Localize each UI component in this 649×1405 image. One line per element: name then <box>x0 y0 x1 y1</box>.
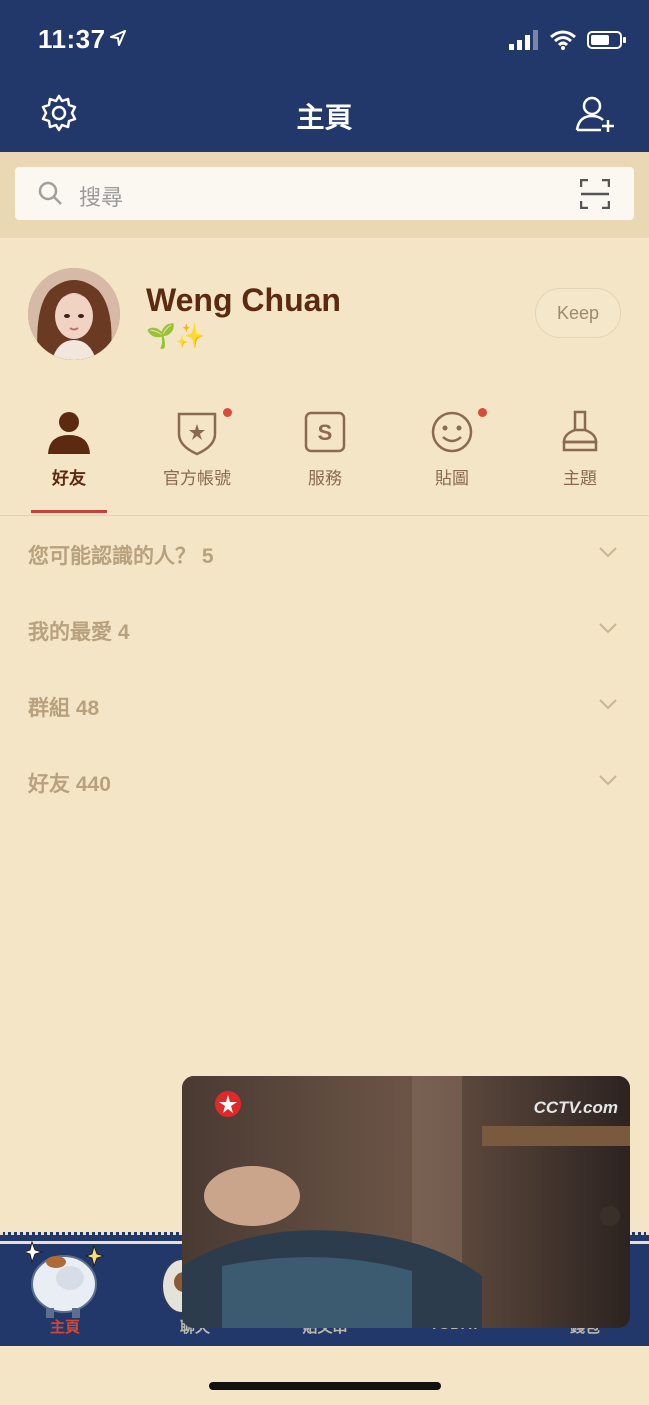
tab-themes[interactable]: 主題 <box>525 398 635 516</box>
category-tabs: 好友 官方帳號 S 服務 貼圖 主題 <box>0 398 649 516</box>
status-icons <box>509 28 627 52</box>
avatar-photo <box>28 268 120 360</box>
top-nav-bar: 主頁 <box>0 80 649 152</box>
chevron-down-icon <box>599 699 617 710</box>
active-tab-indicator <box>31 510 107 513</box>
video-watermark: CCTV.com <box>533 1098 618 1117</box>
tab-services[interactable]: S 服務 <box>270 398 380 516</box>
video-picture-in-picture[interactable]: CCTV.com <box>182 1076 630 1328</box>
search-area: 搜尋 <box>0 152 649 238</box>
brush-icon <box>562 410 598 452</box>
qr-scan-icon[interactable] <box>580 179 610 209</box>
signal-icon <box>509 30 538 50</box>
bottom-tab-home[interactable]: 主頁 <box>15 1316 115 1337</box>
tab-stickers[interactable]: 貼圖 <box>397 398 507 516</box>
page-title: 主頁 <box>296 102 353 133</box>
profile-header: Weng Chuan 🌱✨ Keep <box>0 238 649 378</box>
chevron-down-icon <box>599 623 617 634</box>
section-label: 群組 48 <box>28 697 100 720</box>
notification-badge <box>223 408 232 417</box>
channel-logo-icon <box>215 1091 241 1117</box>
tab-label: 官方帳號 <box>163 469 231 488</box>
friend-sections: 您可能認識的人？ 5 我的最愛 4 群組 48 好友 440 <box>0 516 649 820</box>
tab-official-accounts[interactable]: 官方帳號 <box>142 398 252 516</box>
person-icon <box>48 412 90 454</box>
sheep-mascot-icon <box>26 1240 104 1318</box>
search-input[interactable]: 搜尋 <box>15 167 634 220</box>
tab-label: 服務 <box>308 469 342 488</box>
profile-name: Weng Chuan <box>146 282 341 318</box>
avatar[interactable] <box>28 268 120 360</box>
notification-badge <box>478 408 487 417</box>
profile-status-message: 🌱✨ <box>146 323 206 350</box>
add-friend-icon[interactable] <box>575 94 617 134</box>
location-arrow-icon <box>110 30 126 46</box>
home-indicator[interactable] <box>209 1382 441 1390</box>
section-favorites[interactable]: 我的最愛 4 <box>0 592 649 668</box>
keep-button[interactable]: Keep <box>535 288 621 338</box>
section-label: 我的最愛 4 <box>28 621 130 644</box>
section-suggested-people[interactable]: 您可能認識的人？ 5 <box>0 516 649 592</box>
service-s-icon: S <box>304 411 346 453</box>
status-time: 11:37 <box>38 24 106 54</box>
tab-label: 貼圖 <box>435 469 469 488</box>
search-placeholder: 搜尋 <box>79 185 124 210</box>
battery-icon <box>587 31 626 49</box>
search-icon <box>38 181 62 205</box>
shield-star-icon <box>177 412 217 456</box>
status-bar: 11:37 <box>0 0 649 80</box>
tab-label: 好友 <box>52 469 86 488</box>
section-label: 您可能認識的人？ 5 <box>28 545 214 568</box>
section-label: 好友 440 <box>28 773 111 796</box>
svg-text:S: S <box>318 420 333 445</box>
wifi-icon <box>550 30 576 50</box>
section-friends[interactable]: 好友 440 <box>0 744 649 820</box>
section-groups[interactable]: 群組 48 <box>0 668 649 744</box>
chevron-down-icon <box>599 775 617 786</box>
tab-friends[interactable]: 好友 <box>14 398 124 516</box>
smiley-icon <box>431 411 473 453</box>
tab-label: 主題 <box>563 469 597 488</box>
bottom-safe-area <box>0 1346 649 1405</box>
chevron-down-icon <box>599 547 617 558</box>
